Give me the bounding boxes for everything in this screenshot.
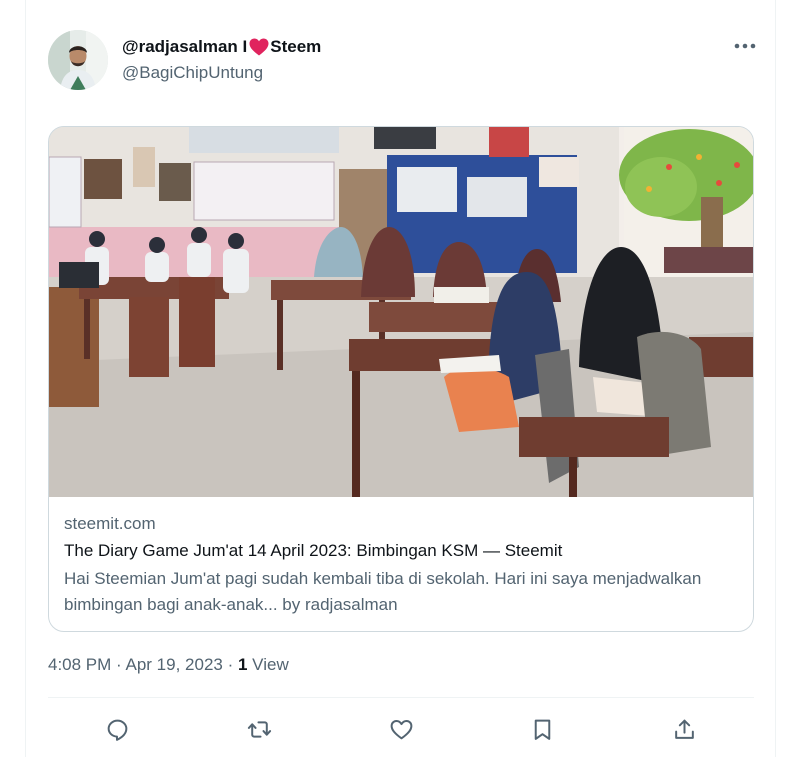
card-description: Hai Steemian Jum'at pagi sudah kembali t…: [64, 569, 702, 614]
retweet-button[interactable]: [240, 712, 278, 746]
card-domain: steemit.com: [64, 514, 156, 533]
card-title: The Diary Game Jum'at 14 April 2023: Bim…: [64, 541, 563, 560]
tweet-meta: 4:08 PM · Apr 19, 2023 · 1 View: [48, 655, 289, 675]
card-image: [49, 127, 753, 497]
heart-icon: [390, 719, 412, 739]
like-button[interactable]: [382, 712, 420, 746]
user-handle[interactable]: @BagiChipUntung: [122, 63, 263, 83]
share-icon: [674, 719, 694, 739]
tweet-header: @radjasalman I Steem @BagiChipUntung: [48, 30, 758, 92]
tweet-time[interactable]: 4:08 PM: [48, 655, 111, 674]
views-label: View: [247, 655, 289, 674]
link-preview-card[interactable]: steemit.com The Diary Game Jum'at 14 Apr…: [48, 126, 754, 632]
share-button[interactable]: [665, 712, 703, 746]
tweet-date[interactable]: Apr 19, 2023: [126, 655, 223, 674]
reply-icon: [107, 719, 127, 741]
meta-separator-2: ·: [227, 655, 238, 674]
avatar[interactable]: [48, 30, 108, 90]
red-heart-emoji-icon: [249, 38, 269, 56]
divider: [48, 697, 754, 698]
meta-separator: ·: [116, 655, 126, 674]
card-text: steemit.com The Diary Game Jum'at 14 Apr…: [64, 513, 744, 618]
more-options-button[interactable]: [730, 34, 760, 58]
bookmark-button[interactable]: [523, 712, 561, 746]
reply-button[interactable]: [98, 712, 136, 746]
bookmark-icon: [534, 719, 550, 740]
display-name-text: @radjasalman I: [122, 37, 248, 56]
display-name[interactable]: @radjasalman I Steem: [122, 37, 321, 57]
more-horizontal-icon: [734, 43, 756, 49]
display-name-suffix: Steem: [270, 37, 322, 56]
action-bar: [48, 712, 754, 746]
retweet-icon: [247, 720, 271, 738]
